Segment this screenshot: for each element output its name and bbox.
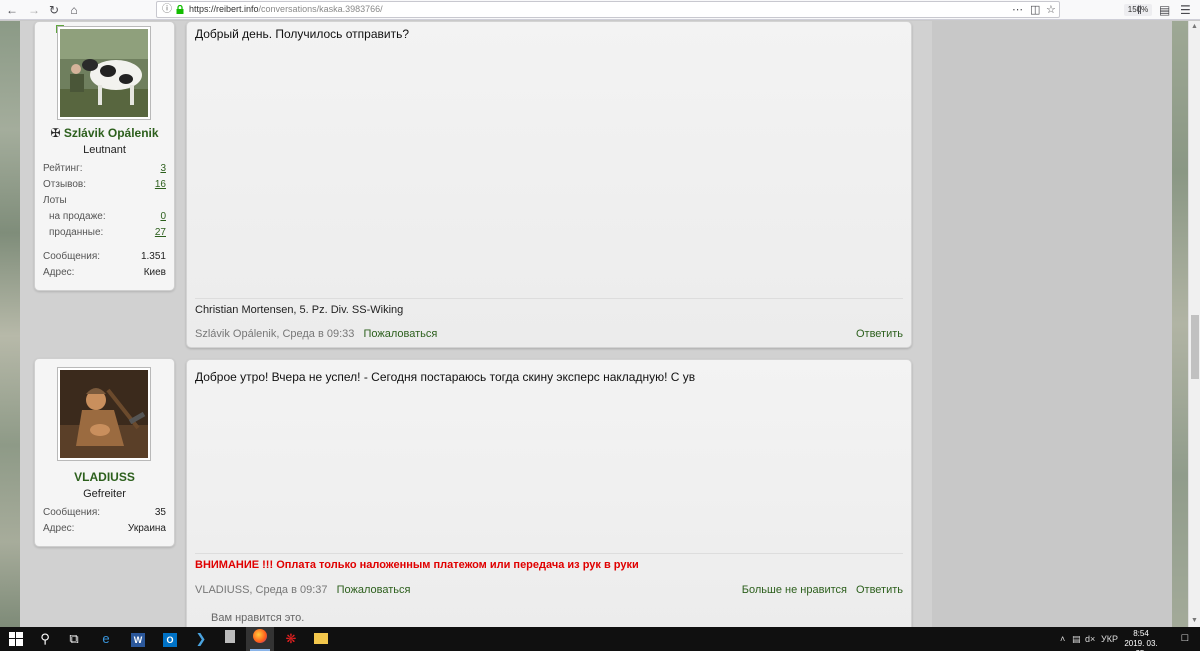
volume-icon[interactable]: d×: [1085, 627, 1095, 651]
likes-summary: Вам нравится это.: [211, 612, 305, 624]
url-text: https://reibert.info/conversations/kaska…: [189, 4, 383, 14]
sidebar-icon[interactable]: ▤: [1159, 2, 1170, 18]
stat-messages: Сообщения: 1.351: [43, 251, 166, 262]
message-meta: VLADIUSS, Среда в 09:37 Пожаловаться: [195, 584, 411, 596]
page-background-right: [1172, 21, 1188, 627]
stat-sold: проданные: 27: [49, 227, 166, 238]
message-text: Доброе утро! Вчера не успел! - Сегодня п…: [195, 370, 696, 384]
meta-author[interactable]: Szlávik Opálenik: [195, 328, 276, 340]
meta-time[interactable]: Среда в 09:33: [282, 328, 354, 340]
file-explorer-icon[interactable]: [307, 627, 335, 651]
stat-rating: Рейтинг: 3: [43, 163, 166, 174]
message-text: Добрый день. Получилось отправить?: [195, 27, 410, 41]
outlook-icon[interactable]: O: [156, 627, 184, 651]
notification-icon[interactable]: □: [1178, 631, 1192, 645]
stat-lots: Лоты: [43, 195, 67, 206]
signature: Christian Mortensen, 5. Pz. Div. SS-Wiki…: [195, 304, 404, 316]
author-name[interactable]: ✠ Szlávik Opálenik: [35, 126, 174, 140]
forward-icon[interactable]: →: [26, 2, 42, 18]
firefox-icon[interactable]: [246, 627, 274, 651]
clock[interactable]: 8:54 2019. 03. 25.: [1118, 629, 1164, 651]
report-link[interactable]: Пожаловаться: [337, 584, 411, 596]
reply-link[interactable]: Ответить: [856, 328, 903, 340]
address-bar[interactable]: ⓘ https://reibert.info/conversations/kas…: [156, 1, 1152, 18]
message-box: Доброе утро! Вчера не успел! - Сегодня п…: [186, 359, 912, 627]
powershell-icon[interactable]: ❯: [187, 627, 215, 651]
right-column: [932, 21, 1172, 627]
scroll-down-icon[interactable]: ▼: [1189, 615, 1200, 627]
browser-toolbar: ← → ↻ ⌂ ⓘ https://reibert.info/conversat…: [0, 0, 1200, 20]
author-card: VLADIUSS Gefreiter Сообщения: 35 Адрес: Ук…: [34, 358, 175, 547]
signature-warning: ВНИМАНИЕ !!! Оплата только наложенным пл…: [195, 559, 639, 571]
word-icon[interactable]: W: [124, 627, 152, 651]
author-title: Leutnant: [83, 144, 126, 156]
signature-divider: [195, 553, 903, 554]
author-card: ✠ Szlávik Opálenik Leutnant Рейтинг: 3 От…: [34, 21, 175, 291]
avatar[interactable]: [57, 367, 151, 461]
bookmark-star-icon[interactable]: ☆: [1046, 3, 1056, 17]
message-actions: Ответить: [847, 328, 903, 340]
lock-icon: [176, 5, 184, 14]
iron-cross-icon: ✠: [50, 126, 61, 140]
language-indicator[interactable]: УКР: [1101, 627, 1118, 651]
info-icon[interactable]: ⓘ: [162, 2, 172, 17]
vertical-scrollbar[interactable]: ▲ ▼: [1188, 21, 1200, 627]
pocket-icon[interactable]: ◫: [1030, 3, 1040, 17]
stat-address: Адрес: Украина: [43, 523, 166, 534]
app-icon[interactable]: ❋: [277, 627, 305, 651]
task-view-icon[interactable]: ⧉: [60, 627, 88, 651]
search-icon[interactable]: ⚲: [31, 627, 59, 651]
stat-address: Адрес: Киев: [43, 267, 166, 278]
avatar[interactable]: [57, 26, 151, 120]
page-background-left: [0, 21, 20, 627]
message-actions: Больше не нравится Ответить: [733, 584, 903, 596]
stat-reviews: Отзывов: 16: [43, 179, 166, 190]
calculator-icon[interactable]: [216, 627, 244, 651]
page-content: ✠ Szlávik Opálenik Leutnant Рейтинг: 3 От…: [20, 21, 1172, 627]
unlike-link[interactable]: Больше не нравится: [742, 584, 847, 596]
stat-messages: Сообщения: 35: [43, 507, 166, 518]
avatar-image: [60, 370, 148, 458]
message-meta: Szlávik Opálenik, Среда в 09:33 Пожалова…: [195, 328, 438, 340]
windows-start-icon[interactable]: [2, 627, 30, 651]
library-icon[interactable]: ‖: [1137, 2, 1142, 18]
tray-expand-icon[interactable]: ˄: [1060, 627, 1065, 651]
report-link[interactable]: Пожаловаться: [363, 328, 437, 340]
meta-author[interactable]: VLADIUSS: [195, 584, 249, 596]
edge-icon[interactable]: e: [92, 627, 120, 651]
meta-time[interactable]: Среда в 09:37: [256, 584, 328, 596]
page-actions-icon[interactable]: ⋯: [1012, 3, 1023, 17]
avatar-image: [60, 29, 148, 117]
scroll-up-icon[interactable]: ▲: [1189, 21, 1200, 33]
taskbar: ⚲ ⧉ e W O ❯ ❋ ˄ ▤ d× УКР 8:54 2019. 03. …: [0, 627, 1200, 651]
reload-icon[interactable]: ↻: [46, 2, 62, 18]
message-box: Добрый день. Получилось отправить? Chris…: [186, 21, 912, 348]
author-title: Gefreiter: [83, 488, 126, 500]
network-icon[interactable]: ▤: [1072, 627, 1081, 651]
menu-icon[interactable]: ☰: [1180, 2, 1191, 18]
stat-on-sale: на продаже: 0: [49, 211, 166, 222]
scroll-thumb[interactable]: [1191, 315, 1199, 379]
author-name[interactable]: VLADIUSS: [35, 470, 174, 484]
back-icon[interactable]: ←: [4, 2, 20, 18]
home-icon[interactable]: ⌂: [66, 2, 82, 18]
reply-link[interactable]: Ответить: [856, 584, 903, 596]
signature-divider: [195, 298, 903, 299]
